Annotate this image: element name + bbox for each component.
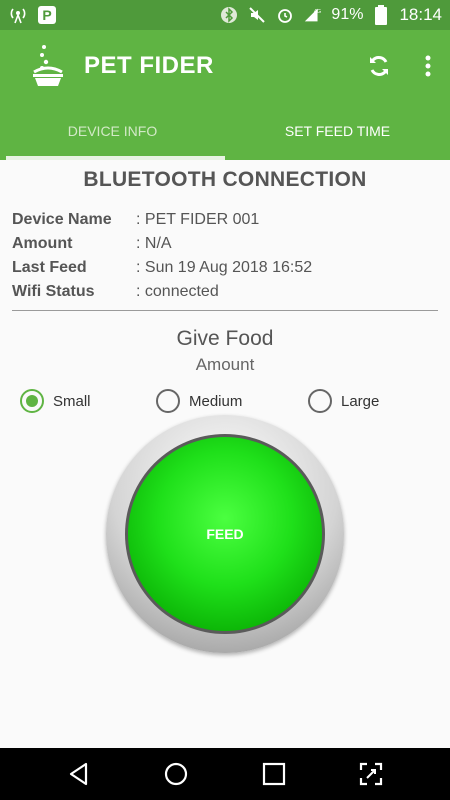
- status-bar: P 4G 91% 18:14: [0, 0, 450, 30]
- tab-bar: DEVICE INFO SET FEED TIME: [0, 102, 450, 160]
- radio-label: Medium: [189, 392, 243, 410]
- bluetooth-icon: [219, 5, 239, 25]
- feed-button-label: FEED: [206, 526, 244, 542]
- parking-notification-icon: P: [38, 6, 56, 24]
- app-bar: PET FIDER: [0, 30, 450, 102]
- info-label: Device Name: [12, 211, 112, 228]
- system-nav-bar: [0, 748, 450, 800]
- info-label: Wifi Status: [12, 283, 95, 300]
- home-icon[interactable]: [162, 760, 190, 788]
- pet-bowl-logo-icon: [30, 44, 66, 88]
- wireless-tethering-icon: [8, 5, 28, 25]
- info-value: : PET FIDER 001: [136, 211, 260, 228]
- battery-icon: [371, 5, 391, 25]
- clock-time: 18:14: [399, 5, 442, 24]
- tab-set-feed-time[interactable]: SET FEED TIME: [225, 102, 450, 160]
- radio-small[interactable]: Small: [20, 389, 156, 413]
- radio-medium[interactable]: Medium: [156, 389, 308, 413]
- overflow-menu-icon[interactable]: [424, 55, 432, 77]
- tab-device-info-label: DEVICE INFO: [67, 123, 158, 139]
- recents-icon[interactable]: [260, 760, 288, 788]
- info-label: Last Feed: [12, 259, 87, 276]
- radio-unchecked-icon: [156, 389, 180, 413]
- radio-large[interactable]: Large: [308, 389, 379, 413]
- feed-button-wrapper: FEED: [106, 415, 344, 653]
- refresh-icon[interactable]: [366, 53, 392, 79]
- app-title: PET FIDER: [84, 52, 214, 79]
- battery-percent: 91%: [331, 6, 364, 23]
- feed-button[interactable]: FEED: [128, 437, 322, 631]
- device-info-panel: BLUETOOTH CONNECTION Device Name : PET F…: [0, 160, 450, 748]
- radio-label: Large: [341, 392, 380, 410]
- amount-radio-group: Small Medium Large: [0, 389, 450, 413]
- info-value: : N/A: [136, 235, 172, 252]
- info-label: Amount: [12, 235, 73, 252]
- section-title: BLUETOOTH CONNECTION: [83, 168, 367, 191]
- alarm-icon: [275, 5, 295, 25]
- mute-icon: [247, 5, 267, 25]
- give-food-title: Give Food: [176, 327, 274, 350]
- info-row-last-feed: Last Feed : Sun 19 Aug 2018 16:52: [12, 256, 450, 280]
- radio-checked-icon: [20, 389, 44, 413]
- tab-set-feed-time-label: SET FEED TIME: [284, 123, 391, 139]
- back-icon[interactable]: [65, 760, 93, 788]
- divider: [12, 310, 438, 311]
- tab-device-info[interactable]: DEVICE INFO: [0, 102, 225, 160]
- info-row-wifi-status: Wifi Status : connected: [12, 280, 450, 304]
- info-value: : Sun 19 Aug 2018 16:52: [136, 259, 313, 276]
- device-info-list: Device Name : PET FIDER 001 Amount : N/A…: [0, 208, 450, 304]
- signal-icon: 4G: [303, 5, 323, 25]
- radio-unchecked-icon: [308, 389, 332, 413]
- svg-text:4G: 4G: [314, 9, 321, 15]
- amount-label: Amount: [195, 355, 255, 374]
- screen-resize-icon[interactable]: [357, 760, 385, 788]
- radio-label: Small: [53, 392, 91, 410]
- info-row-amount: Amount : N/A: [12, 232, 450, 256]
- info-row-device-name: Device Name : PET FIDER 001: [12, 208, 450, 232]
- feed-button-bezel: FEED: [106, 415, 344, 653]
- info-value: : connected: [136, 283, 219, 300]
